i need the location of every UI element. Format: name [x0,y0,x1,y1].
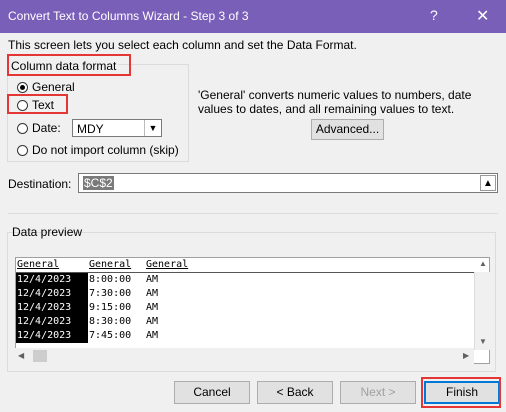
scroll-down-icon[interactable]: ▼ [479,337,487,346]
preview-cell[interactable]: AM [145,273,480,288]
preview-cell[interactable]: 12/4/2023 [16,301,88,315]
preview-row: 12/4/2023 7:45:00 AM [16,329,480,343]
window-title: Convert Text to Columns Wizard - Step 3 … [8,9,249,23]
next-button[interactable]: Next > [340,381,416,404]
radio-skip-label: Do not import column (skip) [32,143,179,157]
preview-cell[interactable]: 8:00:00 [88,273,145,288]
radio-date[interactable]: Date: [17,120,61,136]
horizontal-scroll-thumb[interactable] [33,350,47,362]
preview-cell[interactable]: 12/4/2023 [16,287,88,301]
preview-cell[interactable]: AM [145,301,480,315]
advanced-button[interactable]: Advanced... [311,119,384,140]
preview-cell[interactable]: 12/4/2023 [16,329,88,343]
preview-header-row[interactable]: General General General [16,258,480,273]
separator [8,213,498,214]
horizontal-scrollbar[interactable] [15,348,474,364]
preview-header-col1[interactable]: General [16,258,88,273]
preview-cell[interactable]: AM [145,287,480,301]
preview-cell[interactable]: AM [145,329,480,343]
preview-cell[interactable]: 12/4/2023 [16,315,88,329]
preview-cell[interactable]: 7:45:00 [88,329,145,343]
close-button[interactable]: ✕ [476,6,489,26]
title-bar: Convert Text to Columns Wizard - Step 3 … [0,0,506,33]
destination-value[interactable]: $C$2 [83,176,114,190]
preview-cell[interactable]: 8:30:00 [88,315,145,329]
preview-cell[interactable]: 12/4/2023 [16,272,88,287]
highlight-column-format [7,54,131,76]
help-button[interactable]: ? [430,7,438,23]
preview-table: General General General 12/4/2023 8:00:0… [16,258,480,343]
radio-skip[interactable]: Do not import column (skip) [17,142,179,158]
radio-general-label: General [32,80,75,94]
radio-dot-selected[interactable] [17,81,28,93]
scroll-right-icon[interactable]: ▶ [463,351,469,360]
preview-row: 12/4/2023 8:00:00 AM [16,272,480,288]
preview-row: 12/4/2023 8:30:00 AM [16,315,480,329]
highlight-finish [421,377,501,408]
radio-date-label: Date: [32,121,61,135]
preview-header-col2[interactable]: General [88,258,145,273]
destination-label: Destination: [8,177,72,191]
cancel-button[interactable]: Cancel [174,381,250,404]
preview-label: Data preview [12,225,83,239]
scroll-left-icon[interactable]: ◀ [18,351,24,360]
radio-general[interactable]: General [17,79,75,95]
info-text: 'General' converts numeric values to num… [198,88,472,116]
radio-dot[interactable] [17,122,28,134]
chevron-down-icon[interactable]: ▼ [144,120,161,136]
preview-row: 12/4/2023 7:30:00 AM [16,287,480,301]
preview-cell[interactable]: 9:15:00 [88,301,145,315]
preview-cell[interactable]: AM [145,315,480,329]
preview-header-col3[interactable]: General [145,258,480,273]
destination-input[interactable]: $C$2 ▲ [78,173,498,193]
preview-row: 12/4/2023 9:15:00 AM [16,301,480,315]
collapse-dialog-icon[interactable]: ▲ [480,175,496,191]
date-format-value: MDY [77,122,104,136]
preview-cell[interactable]: 7:30:00 [88,287,145,301]
scroll-up-icon[interactable]: ▲ [479,259,487,268]
back-button[interactable]: < Back [257,381,333,404]
highlight-text-option [7,94,68,114]
description-text: This screen lets you select each column … [8,38,357,52]
date-format-select[interactable]: MDY ▼ [72,119,162,137]
radio-dot[interactable] [17,144,28,156]
